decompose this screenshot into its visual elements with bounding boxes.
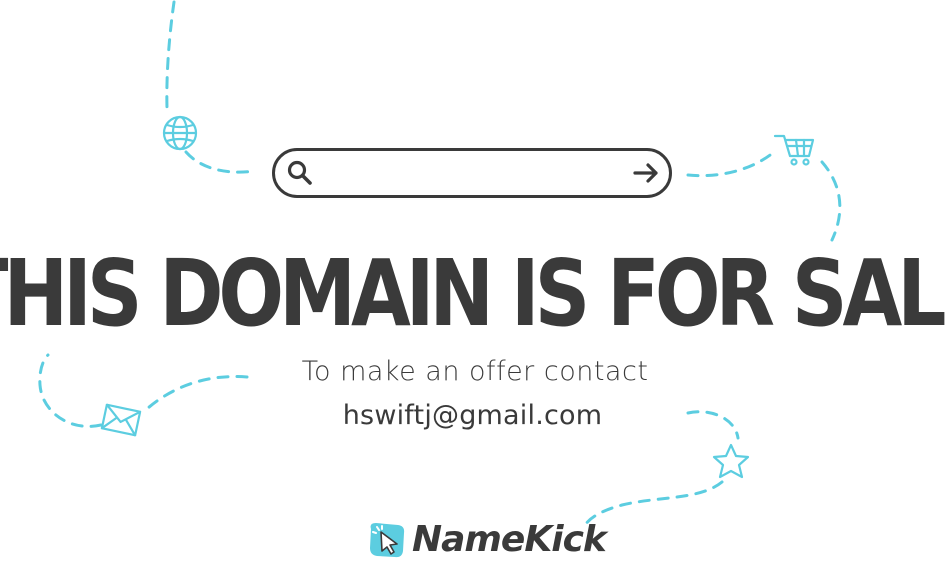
shopping-cart-icon [773,134,815,166]
namekick-logo-link[interactable]: NameKick [366,516,607,564]
cursor-click-icon [370,523,405,558]
envelope-icon [100,403,142,437]
search-input[interactable] [323,159,621,189]
dashed-path-search-to-cart [686,150,776,178]
dashed-path-globe-to-search [184,150,257,174]
dashed-path-left-loop [38,353,249,428]
globe-icon [162,115,198,151]
star-icon [712,443,750,479]
dashed-path-top-left [165,0,176,110]
arrow-right-icon[interactable] [631,158,661,188]
offer-text: To make an offer contact [301,356,649,387]
dashed-path-cart-down [820,160,842,242]
brand-name: NameKick [412,519,607,560]
dashed-path-star-loop [686,410,740,440]
headline: THIS DOMAIN IS FOR SALE [0,239,945,347]
search-icon [287,160,312,185]
search-bar[interactable] [272,148,672,198]
contact-email-link[interactable]: hswiftj@gmail.com [300,400,645,431]
